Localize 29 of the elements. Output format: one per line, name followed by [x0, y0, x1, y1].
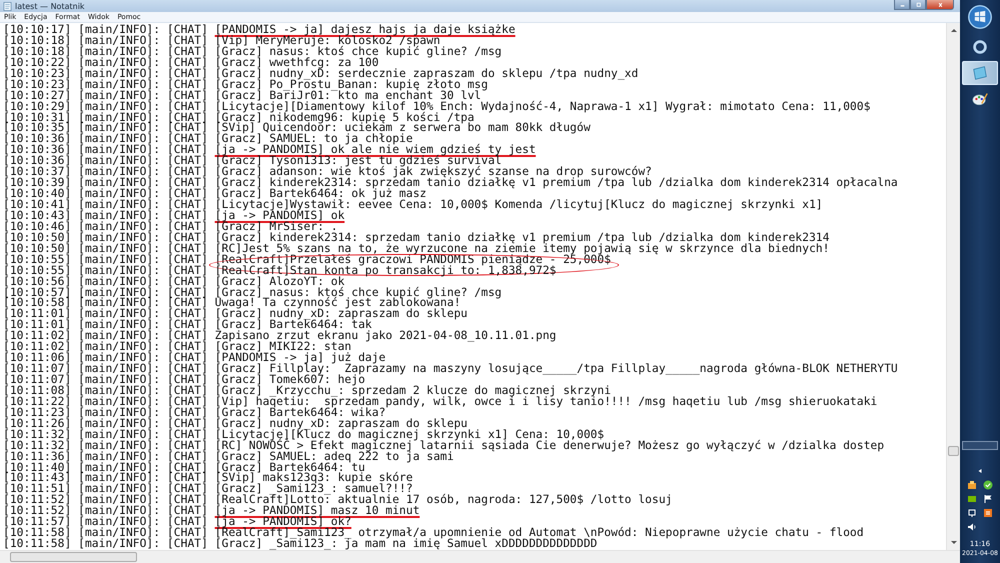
log-timestamp: [10:10:17]	[3, 23, 72, 36]
taskbar-scroller[interactable]	[962, 441, 998, 450]
maximize-icon	[914, 2, 922, 8]
chip-icon[interactable]	[967, 494, 977, 504]
window-title: latest — Notatnik	[15, 2, 85, 10]
maximize-button[interactable]	[910, 0, 926, 10]
log-message: [PANDOMIS -> ja] już daje	[214, 350, 386, 364]
network-icon[interactable]	[967, 508, 977, 518]
horizontal-scrollbar[interactable]	[0, 550, 960, 563]
notepad-icon	[971, 64, 989, 82]
shield-icon[interactable]	[967, 480, 977, 490]
log-message: [ja -> PANDOMIS] masz 10 minut	[214, 503, 420, 518]
scroll-up-icon[interactable]	[950, 29, 956, 32]
check-icon[interactable]	[983, 480, 993, 490]
ring-icon	[971, 38, 989, 56]
speaker-icon[interactable]	[967, 522, 977, 532]
log-source: [main/INFO]:	[78, 23, 160, 36]
caret-icon[interactable]	[977, 468, 983, 474]
log-message: Zapisano zrzut ekranu jako 2021-04-08_10.11.01.png	[214, 328, 556, 342]
vertical-scrollbar[interactable]	[946, 23, 960, 550]
log-channel: [CHAT]	[166, 23, 208, 36]
start-button[interactable]	[967, 4, 993, 30]
minimize-button[interactable]	[894, 0, 910, 10]
flag-icon[interactable]	[983, 494, 993, 504]
scroll-down-icon[interactable]	[950, 541, 956, 544]
scroll-thumb[interactable]	[948, 446, 959, 456]
app-tray-icon[interactable]	[983, 508, 993, 518]
close-button[interactable]	[926, 0, 954, 10]
scroll-thumb[interactable]	[10, 552, 137, 562]
